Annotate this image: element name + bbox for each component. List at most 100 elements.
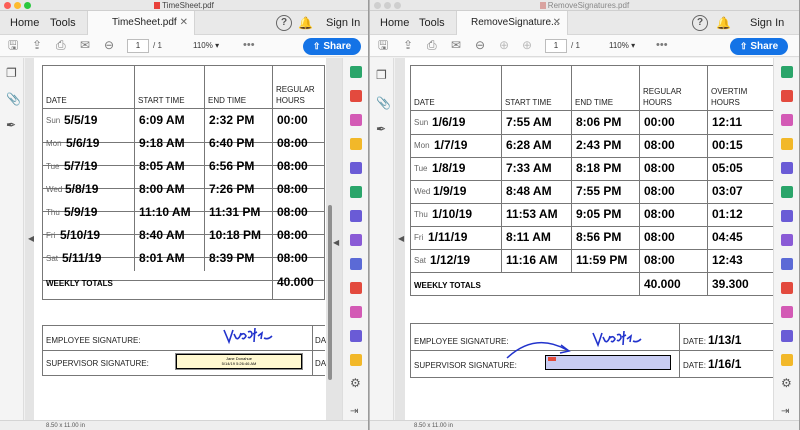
close-tab-icon[interactable]: ✕	[180, 17, 188, 28]
page-up-icon[interactable]: ⊕	[499, 39, 509, 52]
attachments-icon[interactable]: 📎	[6, 92, 21, 106]
organize-pages-icon[interactable]	[781, 186, 793, 198]
more-icon[interactable]: •••	[243, 39, 255, 52]
document-viewport[interactable]: ◀ DATE START TIME END TIME REGULAR HOURS …	[395, 58, 773, 420]
row-day: Thu	[414, 210, 428, 219]
sign-in-button[interactable]: Sign In	[326, 17, 360, 29]
combine-files-icon[interactable]	[350, 162, 362, 174]
row-overtime: 01:12	[712, 207, 743, 221]
optimize-pdf-icon[interactable]	[781, 282, 793, 294]
supervisor-signature-stamp[interactable]: Jane Donahue 5/14/19 5:26:46 AM	[175, 353, 303, 370]
row-overtime: 12:43	[712, 253, 743, 267]
export-pdf-icon[interactable]	[350, 66, 362, 78]
upload-icon[interactable]: ⇪	[403, 39, 413, 52]
pages-panel-icon[interactable]: ❐	[6, 66, 17, 80]
timesheet-window: TimeSheet.pdf Home Tools TimeSheet.pdf ✕…	[0, 0, 369, 430]
fill-sign-icon[interactable]	[350, 234, 362, 246]
date-label-cut: DA	[315, 336, 326, 345]
page-number-input[interactable]: 1	[127, 39, 149, 53]
zoom-out-icon[interactable]: ⊖	[104, 39, 114, 52]
upload-icon[interactable]: ⇪	[32, 39, 42, 52]
page-number-input[interactable]: 1	[545, 39, 567, 53]
pages-panel-icon[interactable]: ❐	[376, 68, 387, 82]
export-pdf-icon[interactable]	[781, 66, 793, 78]
nav-tools[interactable]: Tools	[419, 17, 445, 29]
left-panel-rail: ❐ 📎 ✒	[0, 58, 24, 420]
nav-home[interactable]: Home	[380, 17, 409, 29]
nav-home[interactable]: Home	[10, 17, 39, 29]
collapse-left-icon[interactable]: ◀	[398, 234, 404, 243]
share-icon: ⇧	[739, 41, 748, 51]
collapse-tools-icon[interactable]: ⇥	[350, 406, 358, 417]
signature-field-marker	[548, 357, 556, 361]
optimize-pdf-icon[interactable]	[350, 282, 362, 294]
print-icon[interactable]: ⎙	[427, 39, 437, 52]
stamp-date: 5/14/19 5:26:46 AM	[221, 361, 257, 366]
save-icon[interactable]: 🖫	[8, 39, 18, 52]
combine-files-icon[interactable]	[781, 162, 793, 174]
row-regular: 08:00	[277, 228, 308, 242]
more-icon[interactable]: •••	[656, 39, 668, 52]
protect-icon[interactable]	[781, 258, 793, 270]
edit-pdf-icon[interactable]	[350, 114, 362, 126]
bell-icon[interactable]: 🔔	[716, 16, 731, 30]
tab-document-title: TimeSheet.pdf	[112, 17, 177, 28]
collapse-tools-icon[interactable]: ⇥	[781, 406, 789, 417]
collapse-right-icon[interactable]: ◀	[333, 238, 339, 247]
organize-pages-icon[interactable]	[350, 186, 362, 198]
create-pdf-icon[interactable]	[350, 90, 362, 102]
comment-icon[interactable]	[350, 138, 362, 150]
print-icon[interactable]: ⎙	[56, 39, 66, 52]
row-start: 7:33 AM	[506, 161, 552, 175]
help-icon[interactable]: ?	[692, 15, 708, 31]
sign-in-button[interactable]: Sign In	[750, 17, 784, 29]
more-tools-icon[interactable]: ⚙	[350, 376, 361, 390]
zoom-select[interactable]: 110% ▾	[609, 41, 635, 50]
weekly-totals-label: WEEKLY TOTALS	[414, 281, 481, 290]
mail-icon[interactable]: ✉	[451, 39, 461, 52]
redact-icon[interactable]	[781, 210, 793, 222]
create-pdf-icon[interactable]	[781, 90, 793, 102]
compare-icon[interactable]	[781, 330, 793, 342]
signature-panel-icon[interactable]: ✒	[6, 118, 16, 132]
page-down-icon[interactable]: ⊕	[522, 39, 532, 52]
page-total: / 1	[571, 41, 580, 50]
mail-icon[interactable]: ✉	[80, 39, 90, 52]
help-icon[interactable]: ?	[276, 15, 292, 31]
share-button[interactable]: ⇧ Share	[303, 38, 361, 55]
signature-panel-icon[interactable]: ✒	[376, 122, 386, 136]
comment-icon[interactable]	[781, 138, 793, 150]
page-total: / 1	[153, 41, 162, 50]
share-button[interactable]: ⇧ Share	[730, 38, 788, 55]
row-end: 8:18 PM	[576, 161, 622, 175]
redact-icon[interactable]	[350, 210, 362, 222]
bell-icon[interactable]: 🔔	[298, 16, 313, 30]
pdf-file-icon	[539, 2, 546, 9]
supervisor-signature-field[interactable]	[545, 355, 671, 370]
row-end: 11:31 PM	[209, 205, 261, 219]
close-tab-icon[interactable]: ✕	[553, 17, 561, 28]
fill-sign-icon[interactable]	[781, 234, 793, 246]
zoom-select[interactable]: 110% ▾	[193, 41, 219, 50]
compare-icon[interactable]	[350, 330, 362, 342]
edit-pdf-icon[interactable]	[781, 114, 793, 126]
more-tools-icon[interactable]: ⚙	[781, 376, 792, 390]
tab-document[interactable]: TimeSheet.pdf ✕	[87, 11, 195, 35]
stamp-icon[interactable]	[781, 354, 793, 366]
attachments-icon[interactable]: 📎	[376, 96, 391, 110]
zoom-out-icon[interactable]: ⊖	[475, 39, 485, 52]
row-regular: 08:00	[277, 182, 308, 196]
top-nav-bar: Home Tools TimeSheet.pdf ✕ ? 🔔 Sign In	[0, 11, 368, 35]
save-icon[interactable]: 🖫	[378, 39, 388, 52]
document-viewport[interactable]: ◀ ◀ DATE START TIME END TIME REGULAR HOUR…	[25, 58, 342, 420]
stamp-icon[interactable]	[350, 354, 362, 366]
tab-document[interactable]: RemoveSignature... ✕	[456, 11, 568, 35]
main-toolbar: 🖫 ⇪ ⎙ ✉ ⊖ 1 / 1 110% ▾ ••• ⇧ Share	[0, 35, 368, 57]
protect-icon[interactable]	[350, 258, 362, 270]
send-for-signature-icon[interactable]	[350, 306, 362, 318]
send-for-signature-icon[interactable]	[781, 306, 793, 318]
vertical-scrollbar[interactable]	[328, 205, 332, 380]
nav-tools[interactable]: Tools	[50, 17, 76, 29]
row-end: 2:43 PM	[576, 138, 622, 152]
row-end: 8:39 PM	[209, 251, 255, 265]
